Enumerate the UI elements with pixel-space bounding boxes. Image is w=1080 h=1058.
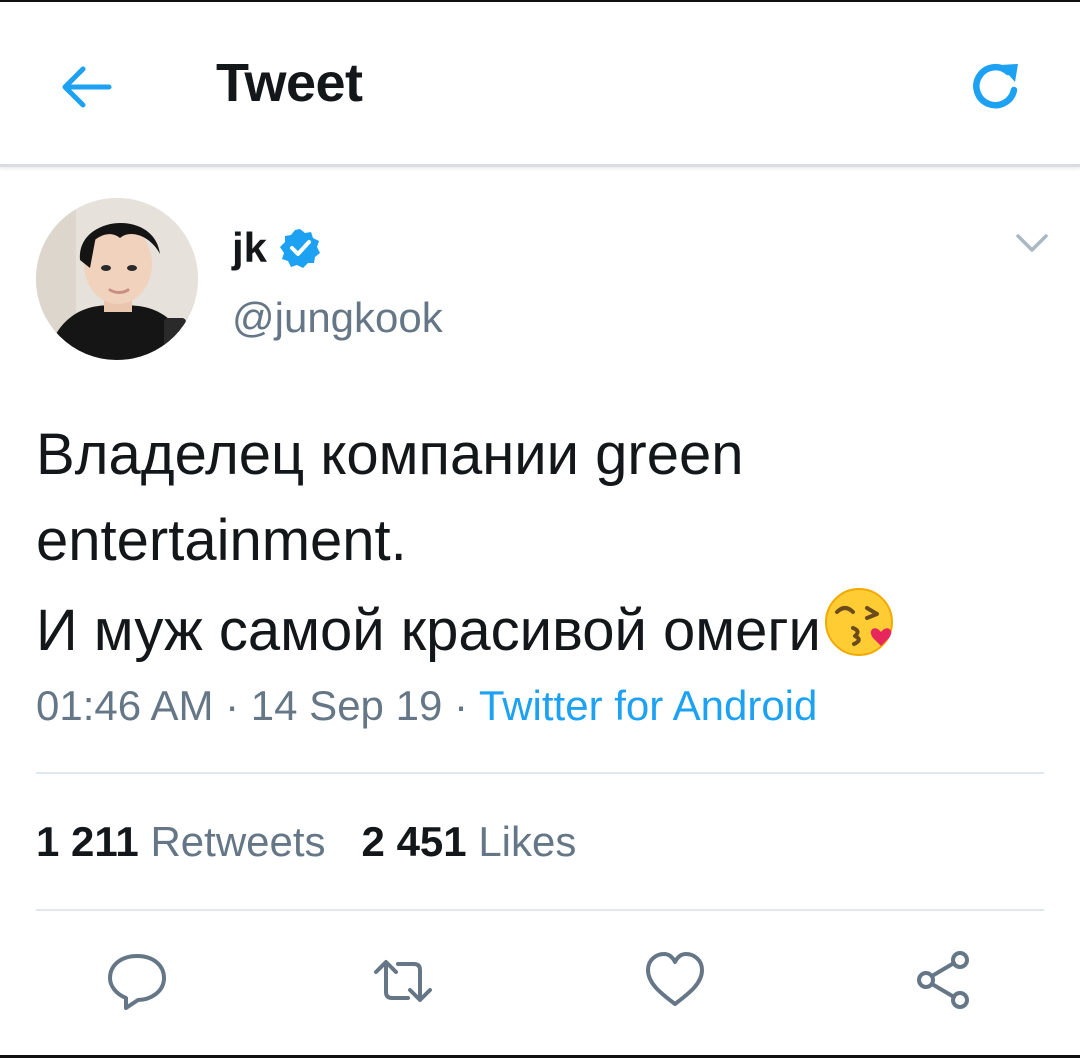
tweet-menu-button[interactable]: [1012, 228, 1052, 258]
tweet-text-line-last: И муж самой красивой омеги: [36, 584, 1056, 674]
arrow-left-icon: [62, 66, 112, 108]
face-blowing-kiss-icon: [824, 588, 893, 656]
author-name-row[interactable]: jk: [232, 224, 321, 272]
tweet-stats: 1 211 Retweets 2 451 Likes: [36, 818, 576, 866]
likes-count: 2 451: [361, 818, 467, 865]
like-button[interactable]: [640, 946, 710, 1016]
likes-stat[interactable]: 2 451 Likes: [362, 818, 577, 865]
retweets-count: 1 211: [36, 818, 139, 865]
verified-badge-icon: [280, 229, 321, 268]
divider: [36, 772, 1044, 774]
likes-label: Likes: [478, 818, 577, 865]
refresh-button[interactable]: [966, 56, 1028, 118]
retweets-stat[interactable]: 1 211 Retweets: [36, 818, 326, 865]
meta-separator: ·: [442, 682, 479, 729]
tweet-time: 01:46 AM: [36, 682, 214, 729]
tweet-text-line: И муж самой красивой омеги: [36, 598, 821, 663]
back-button[interactable]: [55, 59, 115, 115]
share-icon: [917, 951, 969, 1009]
share-button[interactable]: [910, 946, 980, 1016]
chevron-down-icon: [1016, 234, 1048, 252]
avatar[interactable]: [36, 198, 198, 360]
tweet-text-line: entertainment.: [36, 508, 407, 573]
tweet-date: 14 Sep 19: [250, 682, 443, 729]
retweet-icon: [374, 960, 432, 1002]
divider: [36, 909, 1044, 911]
reply-icon: [108, 954, 166, 1010]
tweet-meta: 01:46 AM · 14 Sep 19 · Twitter for Andro…: [36, 682, 817, 730]
tweet-text-line: Владелец компании green: [36, 422, 744, 487]
meta-separator: ·: [213, 682, 251, 729]
reply-button[interactable]: [102, 946, 172, 1016]
top-app-bar: Tweet: [0, 4, 1080, 167]
retweets-label: Retweets: [150, 818, 326, 865]
author-name: jk: [232, 224, 268, 271]
retweet-button[interactable]: [368, 946, 438, 1016]
page-title: Tweet: [216, 53, 363, 113]
tweet-source-link[interactable]: Twitter for Android: [479, 682, 817, 729]
author-handle[interactable]: @jungkook: [232, 294, 443, 342]
heart-icon: [646, 952, 704, 1006]
avatar-image: [36, 198, 198, 360]
tweet-text: Владелец компании green entertainment. И…: [36, 412, 1056, 674]
refresh-icon: [973, 63, 1018, 109]
